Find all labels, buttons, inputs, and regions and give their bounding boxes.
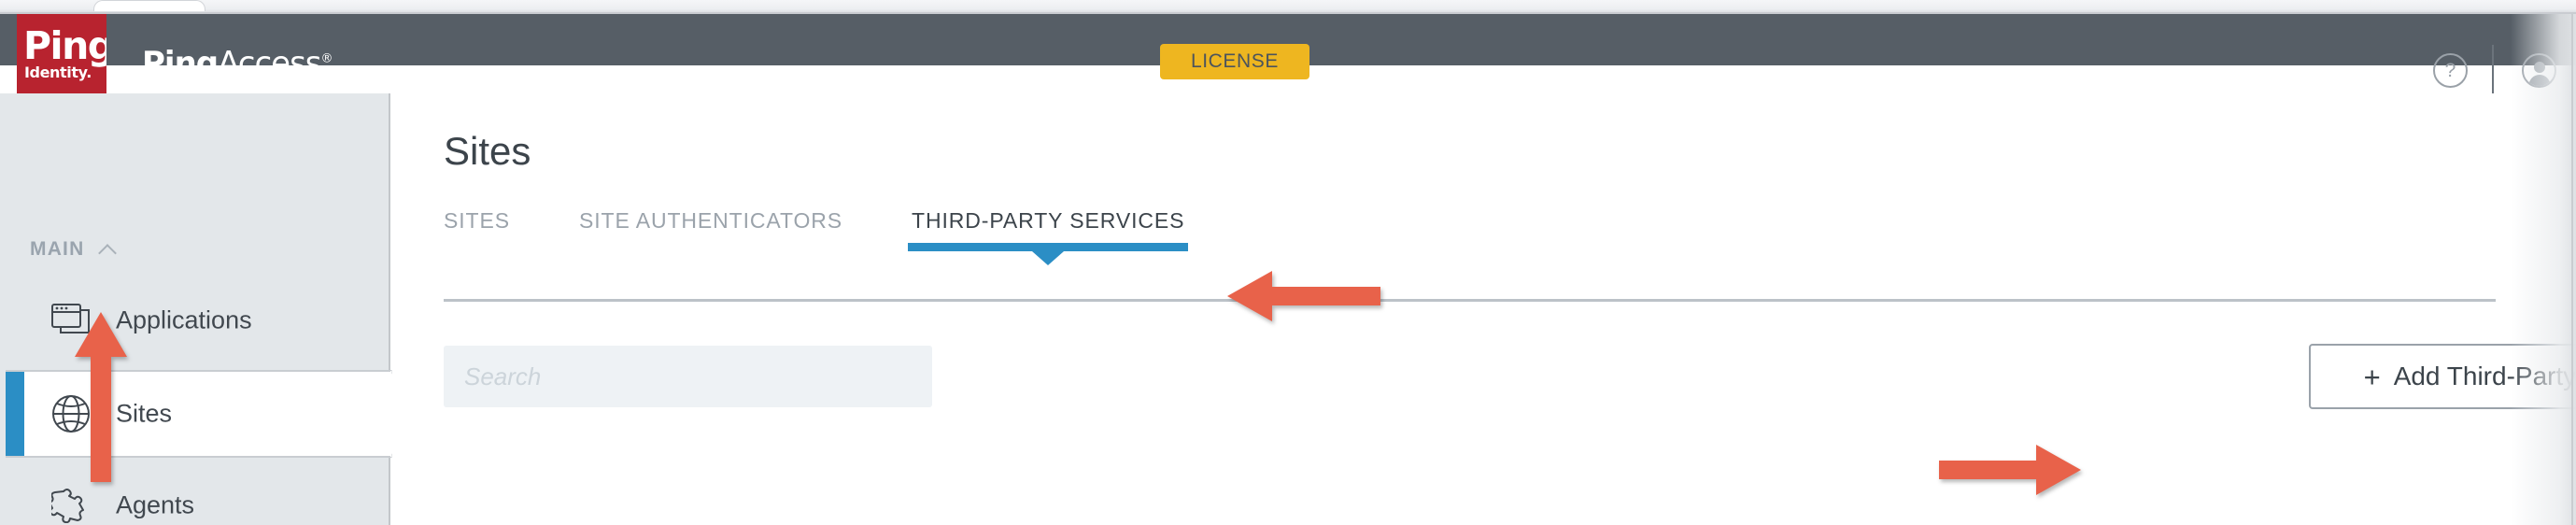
header-divider <box>2492 45 2494 97</box>
content-divider <box>444 299 2496 302</box>
main-content: Sites SITES SITE AUTHENTICATORS THIRD-PA… <box>392 93 2576 525</box>
sidebar-item-label: Agents <box>116 490 195 519</box>
license-button[interactable]: LICENSE <box>1160 44 1309 79</box>
brand-ping: Ping <box>142 45 219 82</box>
sidebar-item-label: Applications <box>116 305 252 334</box>
logo-ping-text: Ping <box>23 23 106 68</box>
puzzle-icon <box>50 485 92 525</box>
tab-label: THIRD-PARTY SERVICES <box>912 208 1185 233</box>
app-header: PingAccess® LICENSE ? <box>0 14 2576 97</box>
chevron-up-icon[interactable] <box>101 242 117 258</box>
browser-chrome-strip <box>0 0 2576 13</box>
avatar-head <box>2533 62 2545 73</box>
tab-third-party-services[interactable]: THIRD-PARTY SERVICES <box>908 207 1189 265</box>
globe-icon <box>50 393 92 434</box>
avatar-body <box>2528 75 2550 86</box>
tab-bar: SITES SITE AUTHENTICATORS THIRD-PARTY SE… <box>444 207 1253 265</box>
sidebar-section-main[interactable]: MAIN <box>30 238 117 261</box>
windows-icon <box>50 300 92 341</box>
tab-site-authenticators[interactable]: SITE AUTHENTICATORS <box>579 207 842 234</box>
add-button-label: Add Third-Party Service <box>2393 362 2576 390</box>
active-tab-notch <box>1032 251 1065 265</box>
sidebar-item-label: Sites <box>116 399 173 428</box>
brand-wordmark: PingAccess® <box>142 45 333 82</box>
tab-label: SITES <box>444 208 510 233</box>
sidebar: MAIN Applications Sites Agents <box>0 93 424 525</box>
logo-identity-text: Identity. <box>24 64 92 81</box>
active-tab-underline <box>908 243 1189 251</box>
pingaccess-sites-page: PingAccess® LICENSE ? Ping Identity. MAI… <box>0 0 2576 525</box>
sidebar-item-applications[interactable]: Applications <box>6 277 390 364</box>
sidebar-item-agents[interactable]: Agents <box>6 461 390 525</box>
page-title: Sites <box>444 129 531 173</box>
tab-label: SITE AUTHENTICATORS <box>578 208 843 233</box>
question-circle-icon[interactable]: ? <box>2433 53 2468 88</box>
active-accent-bar <box>6 372 24 456</box>
add-third-party-service-button[interactable]: + Add Third-Party Service <box>2309 344 2576 409</box>
user-avatar-icon[interactable] <box>2522 53 2556 88</box>
brand-access: Access <box>218 45 321 82</box>
sidebar-section-label: MAIN <box>30 238 85 260</box>
window-right-border <box>2571 14 2573 525</box>
ping-identity-logo[interactable]: Ping Identity. <box>17 14 106 93</box>
help-glyph: ? <box>2444 60 2456 81</box>
plus-icon: + <box>2363 360 2381 393</box>
tab-sites[interactable]: SITES <box>444 207 510 234</box>
browser-tab[interactable] <box>93 0 205 11</box>
search-input[interactable] <box>444 346 932 407</box>
registered-mark: ® <box>320 51 333 66</box>
sidebar-item-sites[interactable]: Sites <box>6 370 390 458</box>
